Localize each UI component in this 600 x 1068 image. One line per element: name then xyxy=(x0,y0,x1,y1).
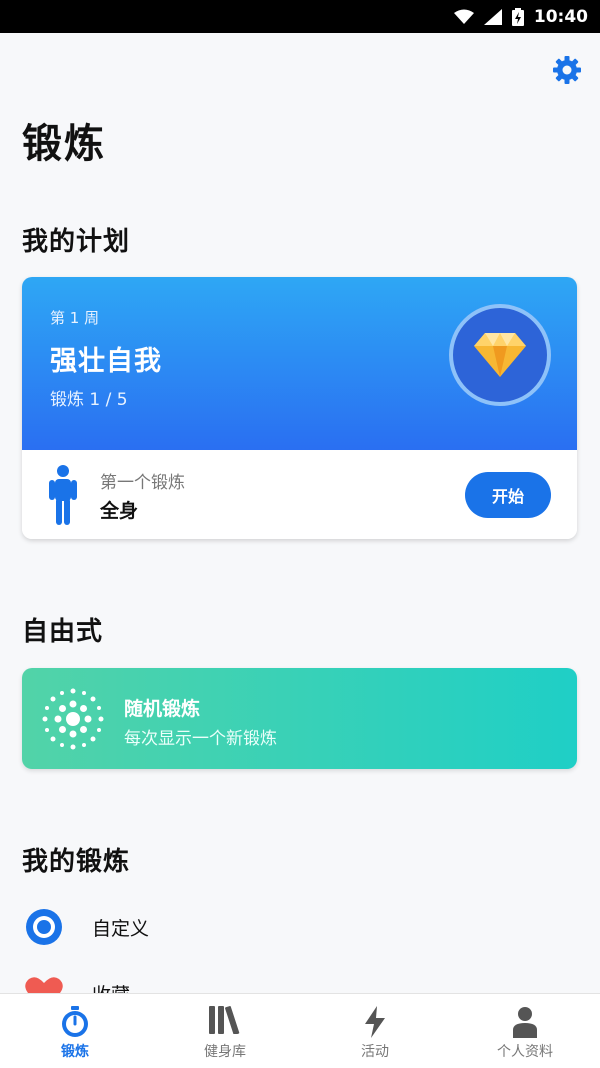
first-workout-row: 第一个锻炼 全身 开始 xyxy=(22,450,577,539)
my-workouts-title: 我的锻炼 xyxy=(22,847,131,877)
lightning-icon xyxy=(365,1006,385,1038)
plan-card[interactable]: 第 1 周 强壮自我 锻炼 1 / 5 第一个锻炼 全身 开始 xyxy=(22,277,577,539)
plan-badge xyxy=(449,304,551,406)
list-item-custom[interactable]: 自定义 xyxy=(22,899,582,955)
list-item-favorites[interactable]: 收藏 xyxy=(22,965,582,993)
random-workout-card[interactable]: 随机锻炼 每次显示一个新锻炼 xyxy=(22,668,577,769)
status-time: 10:40 xyxy=(533,6,588,27)
signal-icon xyxy=(483,8,502,25)
status-bar: 10:40 xyxy=(0,0,600,33)
diamond-icon xyxy=(474,333,526,377)
random-workout-title: 随机锻炼 xyxy=(124,698,201,720)
tab-library[interactable]: 健身库 xyxy=(150,994,300,1068)
battery-icon xyxy=(511,7,524,26)
random-workout-subtitle: 每次显示一个新锻炼 xyxy=(124,729,277,749)
person-icon xyxy=(49,465,77,525)
stopwatch-icon xyxy=(62,1006,88,1037)
random-dots-icon xyxy=(42,688,104,750)
tab-label: 健身库 xyxy=(204,1044,246,1060)
tab-label: 锻炼 xyxy=(61,1044,89,1060)
tab-profile[interactable]: 个人资料 xyxy=(450,994,600,1068)
plan-progress: 锻炼 1 / 5 xyxy=(50,390,128,410)
person-icon xyxy=(513,1007,537,1038)
tab-activity[interactable]: 活动 xyxy=(300,994,450,1068)
target-icon xyxy=(26,909,62,945)
plan-name: 强壮自我 xyxy=(50,346,162,377)
first-workout-name: 全身 xyxy=(100,500,139,522)
tab-workout[interactable]: 锻炼 xyxy=(0,994,150,1068)
library-icon xyxy=(209,1006,240,1034)
plan-week: 第 1 周 xyxy=(50,309,100,327)
plan-section-title: 我的计划 xyxy=(22,227,131,257)
list-item-label: 自定义 xyxy=(92,917,150,940)
bottom-tab-bar: 锻炼 健身库 活动 个人资料 xyxy=(0,993,600,1068)
heart-icon xyxy=(25,977,63,993)
tab-label: 活动 xyxy=(361,1044,389,1060)
start-button[interactable]: 开始 xyxy=(465,472,551,518)
wifi-icon xyxy=(453,9,474,24)
list-item-label: 收藏 xyxy=(92,980,130,994)
page-title: 锻炼 xyxy=(22,121,106,167)
tab-label: 个人资料 xyxy=(497,1044,553,1060)
workout-screen: 锻炼 我的计划 第 1 周 强壮自我 锻炼 1 / 5 第一个锻炼 全身 开始 … xyxy=(0,33,600,993)
first-workout-label: 第一个锻炼 xyxy=(100,473,185,493)
free-section-title: 自由式 xyxy=(22,617,104,647)
plan-card-header: 第 1 周 强壮自我 锻炼 1 / 5 xyxy=(22,277,577,450)
gear-icon[interactable] xyxy=(552,55,582,85)
